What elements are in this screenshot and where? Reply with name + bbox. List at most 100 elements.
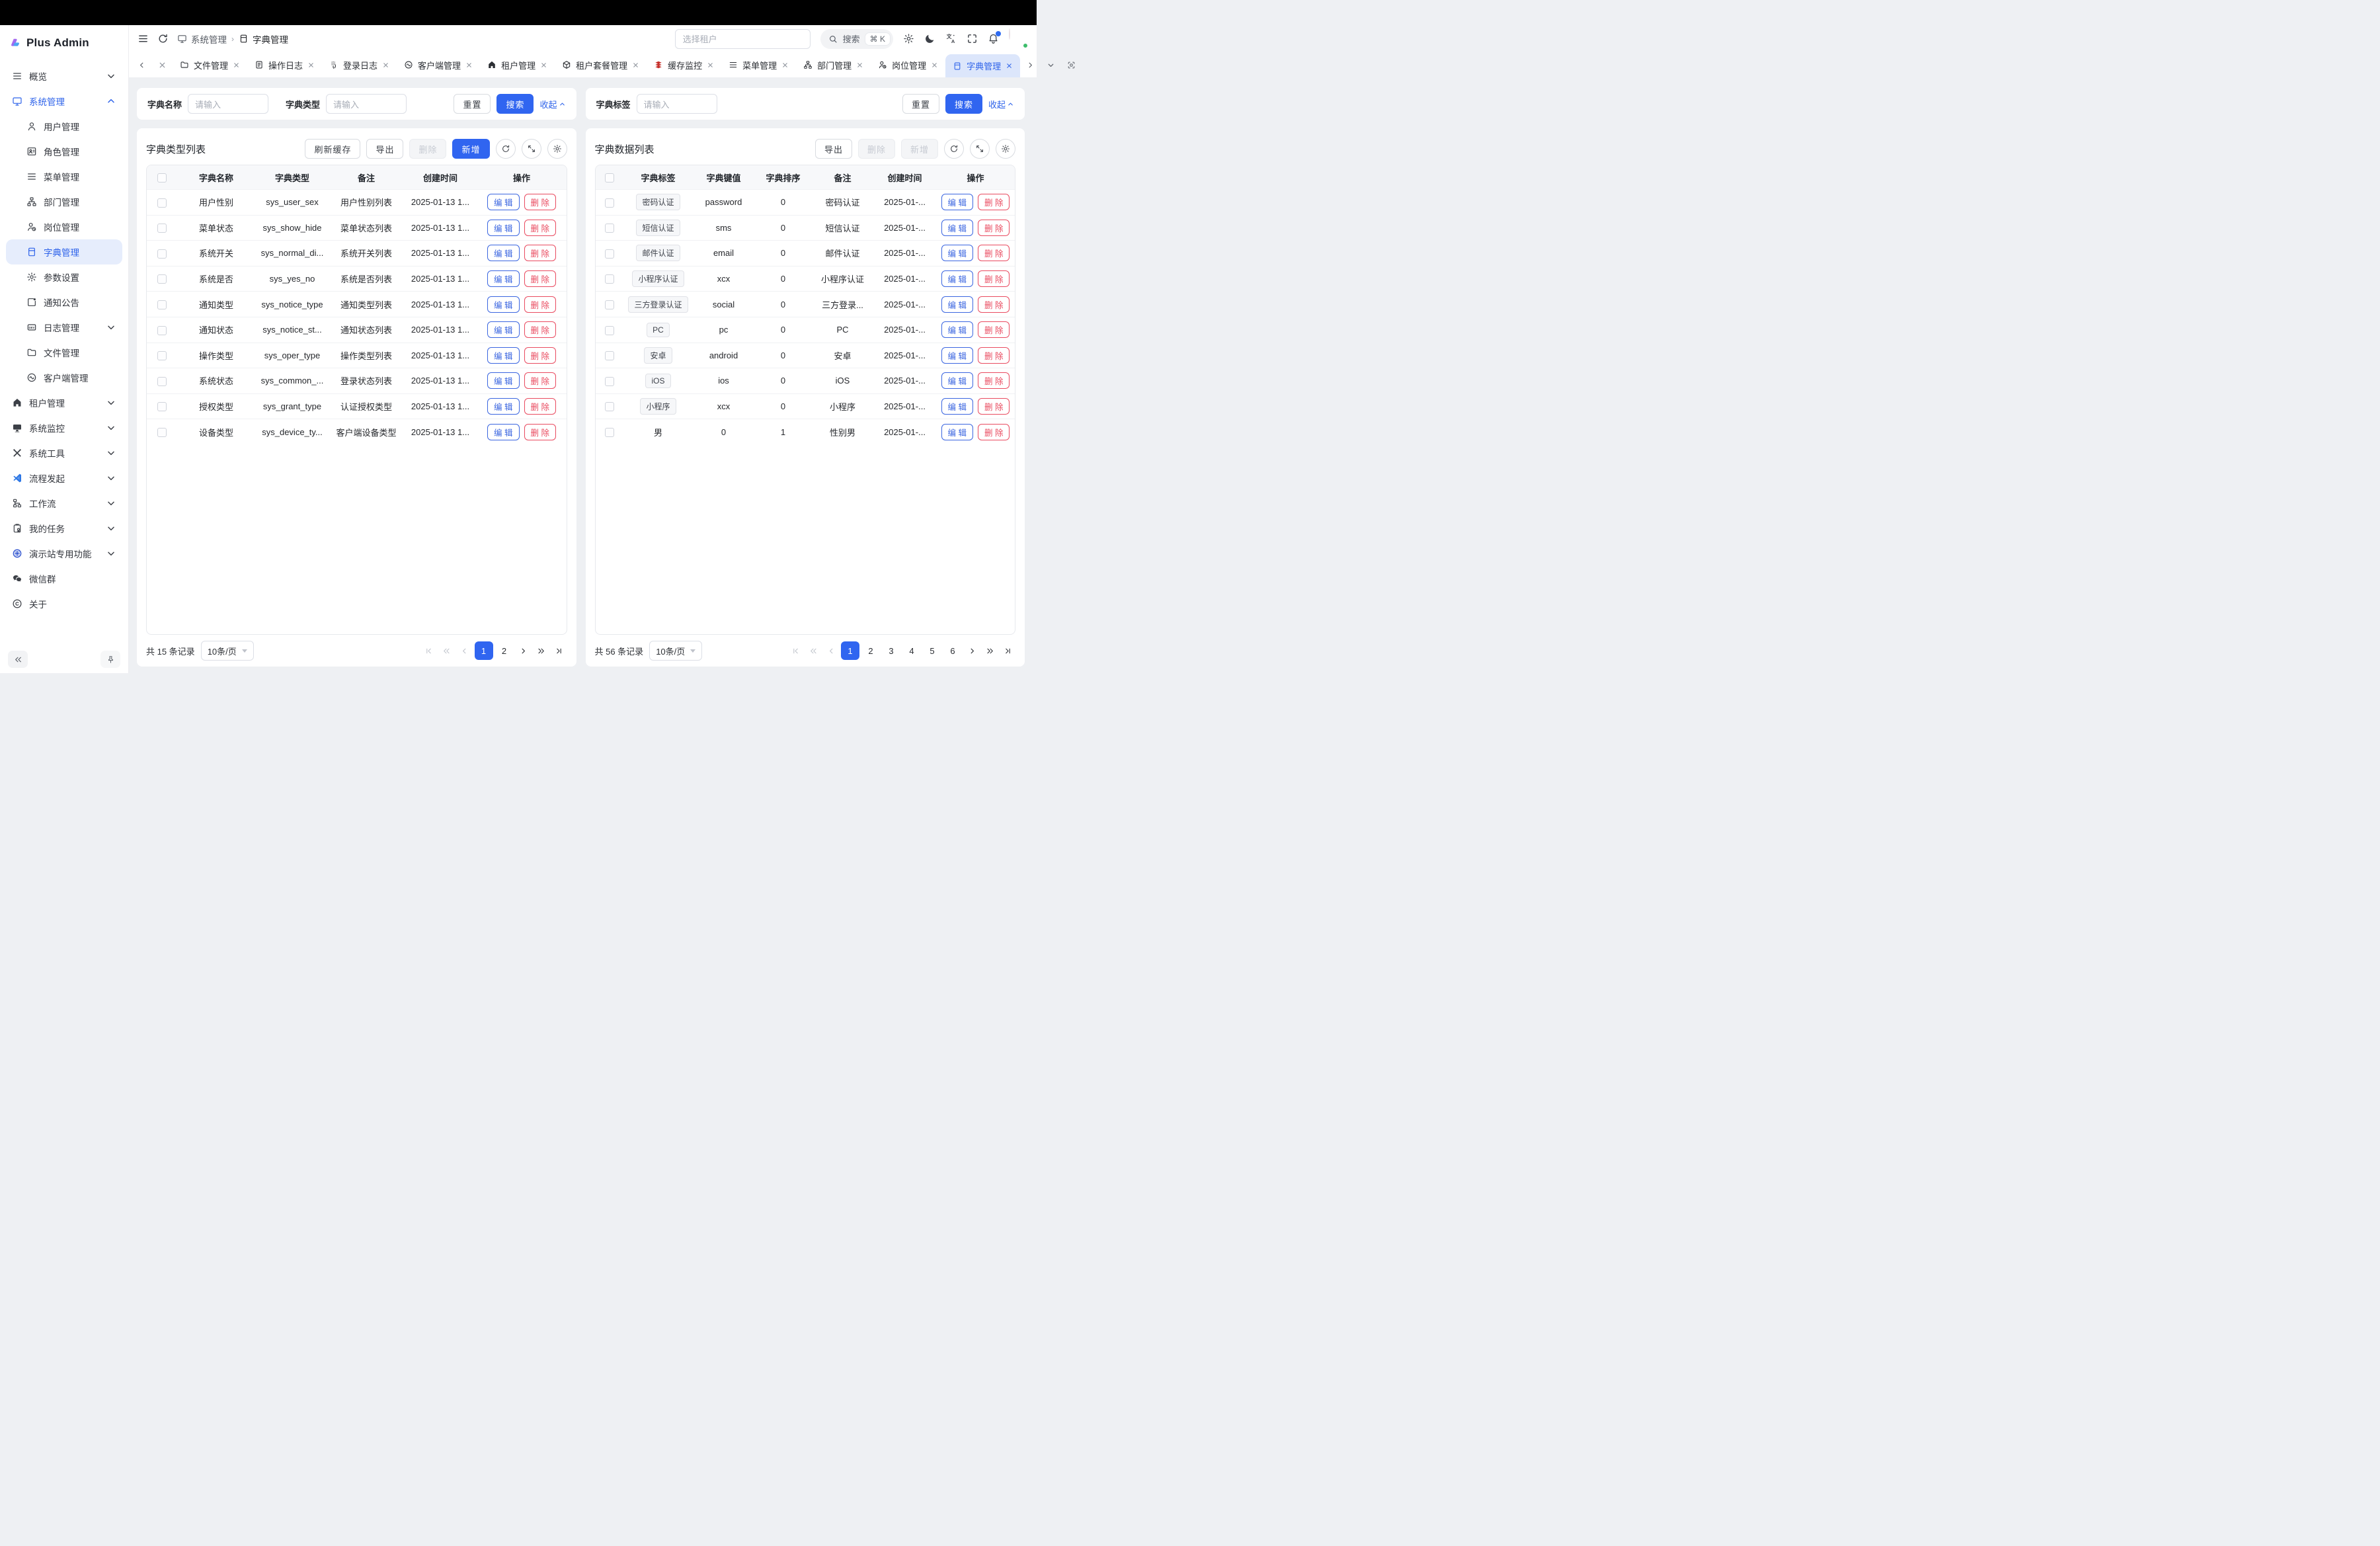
sidebar-item-client-management[interactable]: 客户端管理 <box>6 365 122 390</box>
row-edit-button[interactable]: 编 辑 <box>487 220 519 236</box>
sidebar-item-process-start[interactable]: 流程发起 <box>6 466 122 491</box>
sidebar-item-user-management[interactable]: 用户管理 <box>6 114 122 139</box>
table-refresh-button[interactable] <box>944 139 964 159</box>
prev-page-button[interactable] <box>457 642 473 659</box>
tab-客户端管理[interactable]: 客户端管理 <box>397 52 480 77</box>
row-checkbox[interactable] <box>157 198 167 208</box>
table-refresh-button[interactable] <box>496 139 516 159</box>
row-checkbox[interactable] <box>605 377 614 386</box>
tab-字典管理[interactable]: 字典管理 <box>945 54 1020 77</box>
row-edit-button[interactable]: 编 辑 <box>941 194 973 210</box>
sidebar-item-tenant-management[interactable]: 租户管理 <box>6 390 122 415</box>
page-refresh-icon[interactable] <box>157 33 169 44</box>
row-checkbox[interactable] <box>605 274 614 284</box>
tab-scroll-right-button[interactable] <box>1020 52 1041 77</box>
row-edit-button[interactable]: 编 辑 <box>941 398 973 415</box>
row-checkbox[interactable] <box>605 249 614 259</box>
dark-mode-moon-icon[interactable] <box>924 33 935 44</box>
row-delete-button[interactable]: 删 除 <box>524 321 556 338</box>
row-edit-button[interactable]: 编 辑 <box>941 424 973 440</box>
tab-租户套餐管理[interactable]: 租户套餐管理 <box>555 52 647 77</box>
row-delete-button[interactable]: 删 除 <box>978 398 1010 415</box>
content-fullscreen-button[interactable] <box>1061 52 1082 77</box>
sidebar-item-system-management[interactable]: 系统管理 <box>6 89 122 114</box>
translate-icon[interactable]: 文A <box>945 33 957 44</box>
collapse-search-link[interactable]: 收起 <box>539 98 565 110</box>
tab-overflow-close-button[interactable] <box>152 52 173 77</box>
collapse-search-link[interactable]: 收起 <box>988 98 1014 110</box>
row-delete-button[interactable]: 删 除 <box>978 220 1010 236</box>
row-edit-button[interactable]: 编 辑 <box>487 296 519 313</box>
search-button[interactable]: 搜索 <box>496 94 534 114</box>
tab-操作日志[interactable]: 操作日志 <box>247 52 322 77</box>
sidebar-item-menu-management[interactable]: 菜单管理 <box>6 164 122 189</box>
first-page-button[interactable] <box>421 642 437 659</box>
sidebar-item-log-management[interactable]: DEV日志管理 <box>6 315 122 340</box>
sidebar-item-system-tools[interactable]: 系统工具 <box>6 440 122 466</box>
row-edit-button[interactable]: 编 辑 <box>487 194 519 210</box>
row-edit-button[interactable]: 编 辑 <box>487 270 519 287</box>
row-delete-button[interactable]: 删 除 <box>524 270 556 287</box>
page-number-button[interactable]: 5 <box>923 641 941 660</box>
row-edit-button[interactable]: 编 辑 <box>941 347 973 364</box>
global-search-button[interactable]: 搜索 ⌘ K <box>820 29 893 49</box>
row-edit-button[interactable]: 编 辑 <box>487 398 519 415</box>
reset-button[interactable]: 重置 <box>902 94 939 114</box>
sidebar-item-dept-management[interactable]: 部门管理 <box>6 189 122 214</box>
last-page-button[interactable] <box>551 642 567 659</box>
dict-type-input[interactable]: 请输入 <box>326 94 407 114</box>
row-checkbox[interactable] <box>157 351 167 360</box>
sidebar-item-workflow[interactable]: 工作流 <box>6 491 122 516</box>
row-delete-button[interactable]: 删 除 <box>978 424 1010 440</box>
dict-name-input[interactable]: 请输入 <box>188 94 268 114</box>
tab-菜单管理[interactable]: 菜单管理 <box>721 52 796 77</box>
page-number-button[interactable]: 2 <box>861 641 880 660</box>
prev-page-button[interactable] <box>823 642 839 659</box>
table-expand-button[interactable] <box>522 139 541 159</box>
row-checkbox[interactable] <box>605 198 614 208</box>
row-checkbox[interactable] <box>157 402 167 411</box>
dict-label-input[interactable]: 请输入 <box>637 94 717 114</box>
tab-list-dropdown-button[interactable] <box>1041 52 1061 77</box>
app-logo[interactable]: Plus Admin <box>0 25 128 61</box>
table-expand-button[interactable] <box>970 139 990 159</box>
row-edit-button[interactable]: 编 辑 <box>941 321 973 338</box>
sidebar-item-notice[interactable]: 通知公告 <box>6 290 122 315</box>
sidebar-item-dict-management[interactable]: 字典管理 <box>6 239 122 264</box>
notifications-bell-icon[interactable] <box>988 33 999 44</box>
row-checkbox[interactable] <box>157 326 167 335</box>
row-delete-button[interactable]: 删 除 <box>978 245 1010 261</box>
tab-部门管理[interactable]: 部门管理 <box>796 52 871 77</box>
sidebar-item-system-monitor[interactable]: 系统监控 <box>6 415 122 440</box>
sidebar-pin-button[interactable] <box>100 651 120 668</box>
last-page-button[interactable] <box>1000 642 1015 659</box>
sidebar-item-my-tasks[interactable]: 我的任务 <box>6 516 122 541</box>
sidebar-item-about[interactable]: 关于 <box>6 591 122 616</box>
page-number-button[interactable]: 6 <box>943 641 962 660</box>
sidebar-item-role-management[interactable]: 角色管理 <box>6 139 122 164</box>
row-checkbox[interactable] <box>605 300 614 309</box>
add-button[interactable]: 新增 <box>901 139 938 159</box>
row-edit-button[interactable]: 编 辑 <box>941 372 973 389</box>
refresh-cache-button[interactable]: 刷新缓存 <box>305 139 360 159</box>
row-checkbox[interactable] <box>605 428 614 437</box>
row-edit-button[interactable]: 编 辑 <box>941 270 973 287</box>
row-delete-button[interactable]: 删 除 <box>978 347 1010 364</box>
tab-租户管理[interactable]: 租户管理 <box>480 52 555 77</box>
delete-button[interactable]: 删除 <box>409 139 446 159</box>
row-checkbox[interactable] <box>605 351 614 360</box>
sidebar-item-post-management[interactable]: 岗位管理 <box>6 214 122 239</box>
sidebar-item-overview[interactable]: 概览 <box>6 63 122 89</box>
sidebar-item-param-settings[interactable]: 参数设置 <box>6 264 122 290</box>
row-checkbox[interactable] <box>605 224 614 233</box>
row-edit-button[interactable]: 编 辑 <box>487 321 519 338</box>
select-all-checkbox[interactable] <box>157 173 167 183</box>
add-button[interactable]: 新增 <box>452 139 489 159</box>
sidebar-item-file-management[interactable]: 文件管理 <box>6 340 122 365</box>
page-number-button[interactable]: 1 <box>475 641 493 660</box>
row-delete-button[interactable]: 删 除 <box>524 296 556 313</box>
row-edit-button[interactable]: 编 辑 <box>487 347 519 364</box>
breadcrumb-item-dict[interactable]: 字典管理 <box>239 32 288 46</box>
sidebar-item-demo-features[interactable]: 演示站专用功能 <box>6 541 122 566</box>
row-delete-button[interactable]: 删 除 <box>524 220 556 236</box>
